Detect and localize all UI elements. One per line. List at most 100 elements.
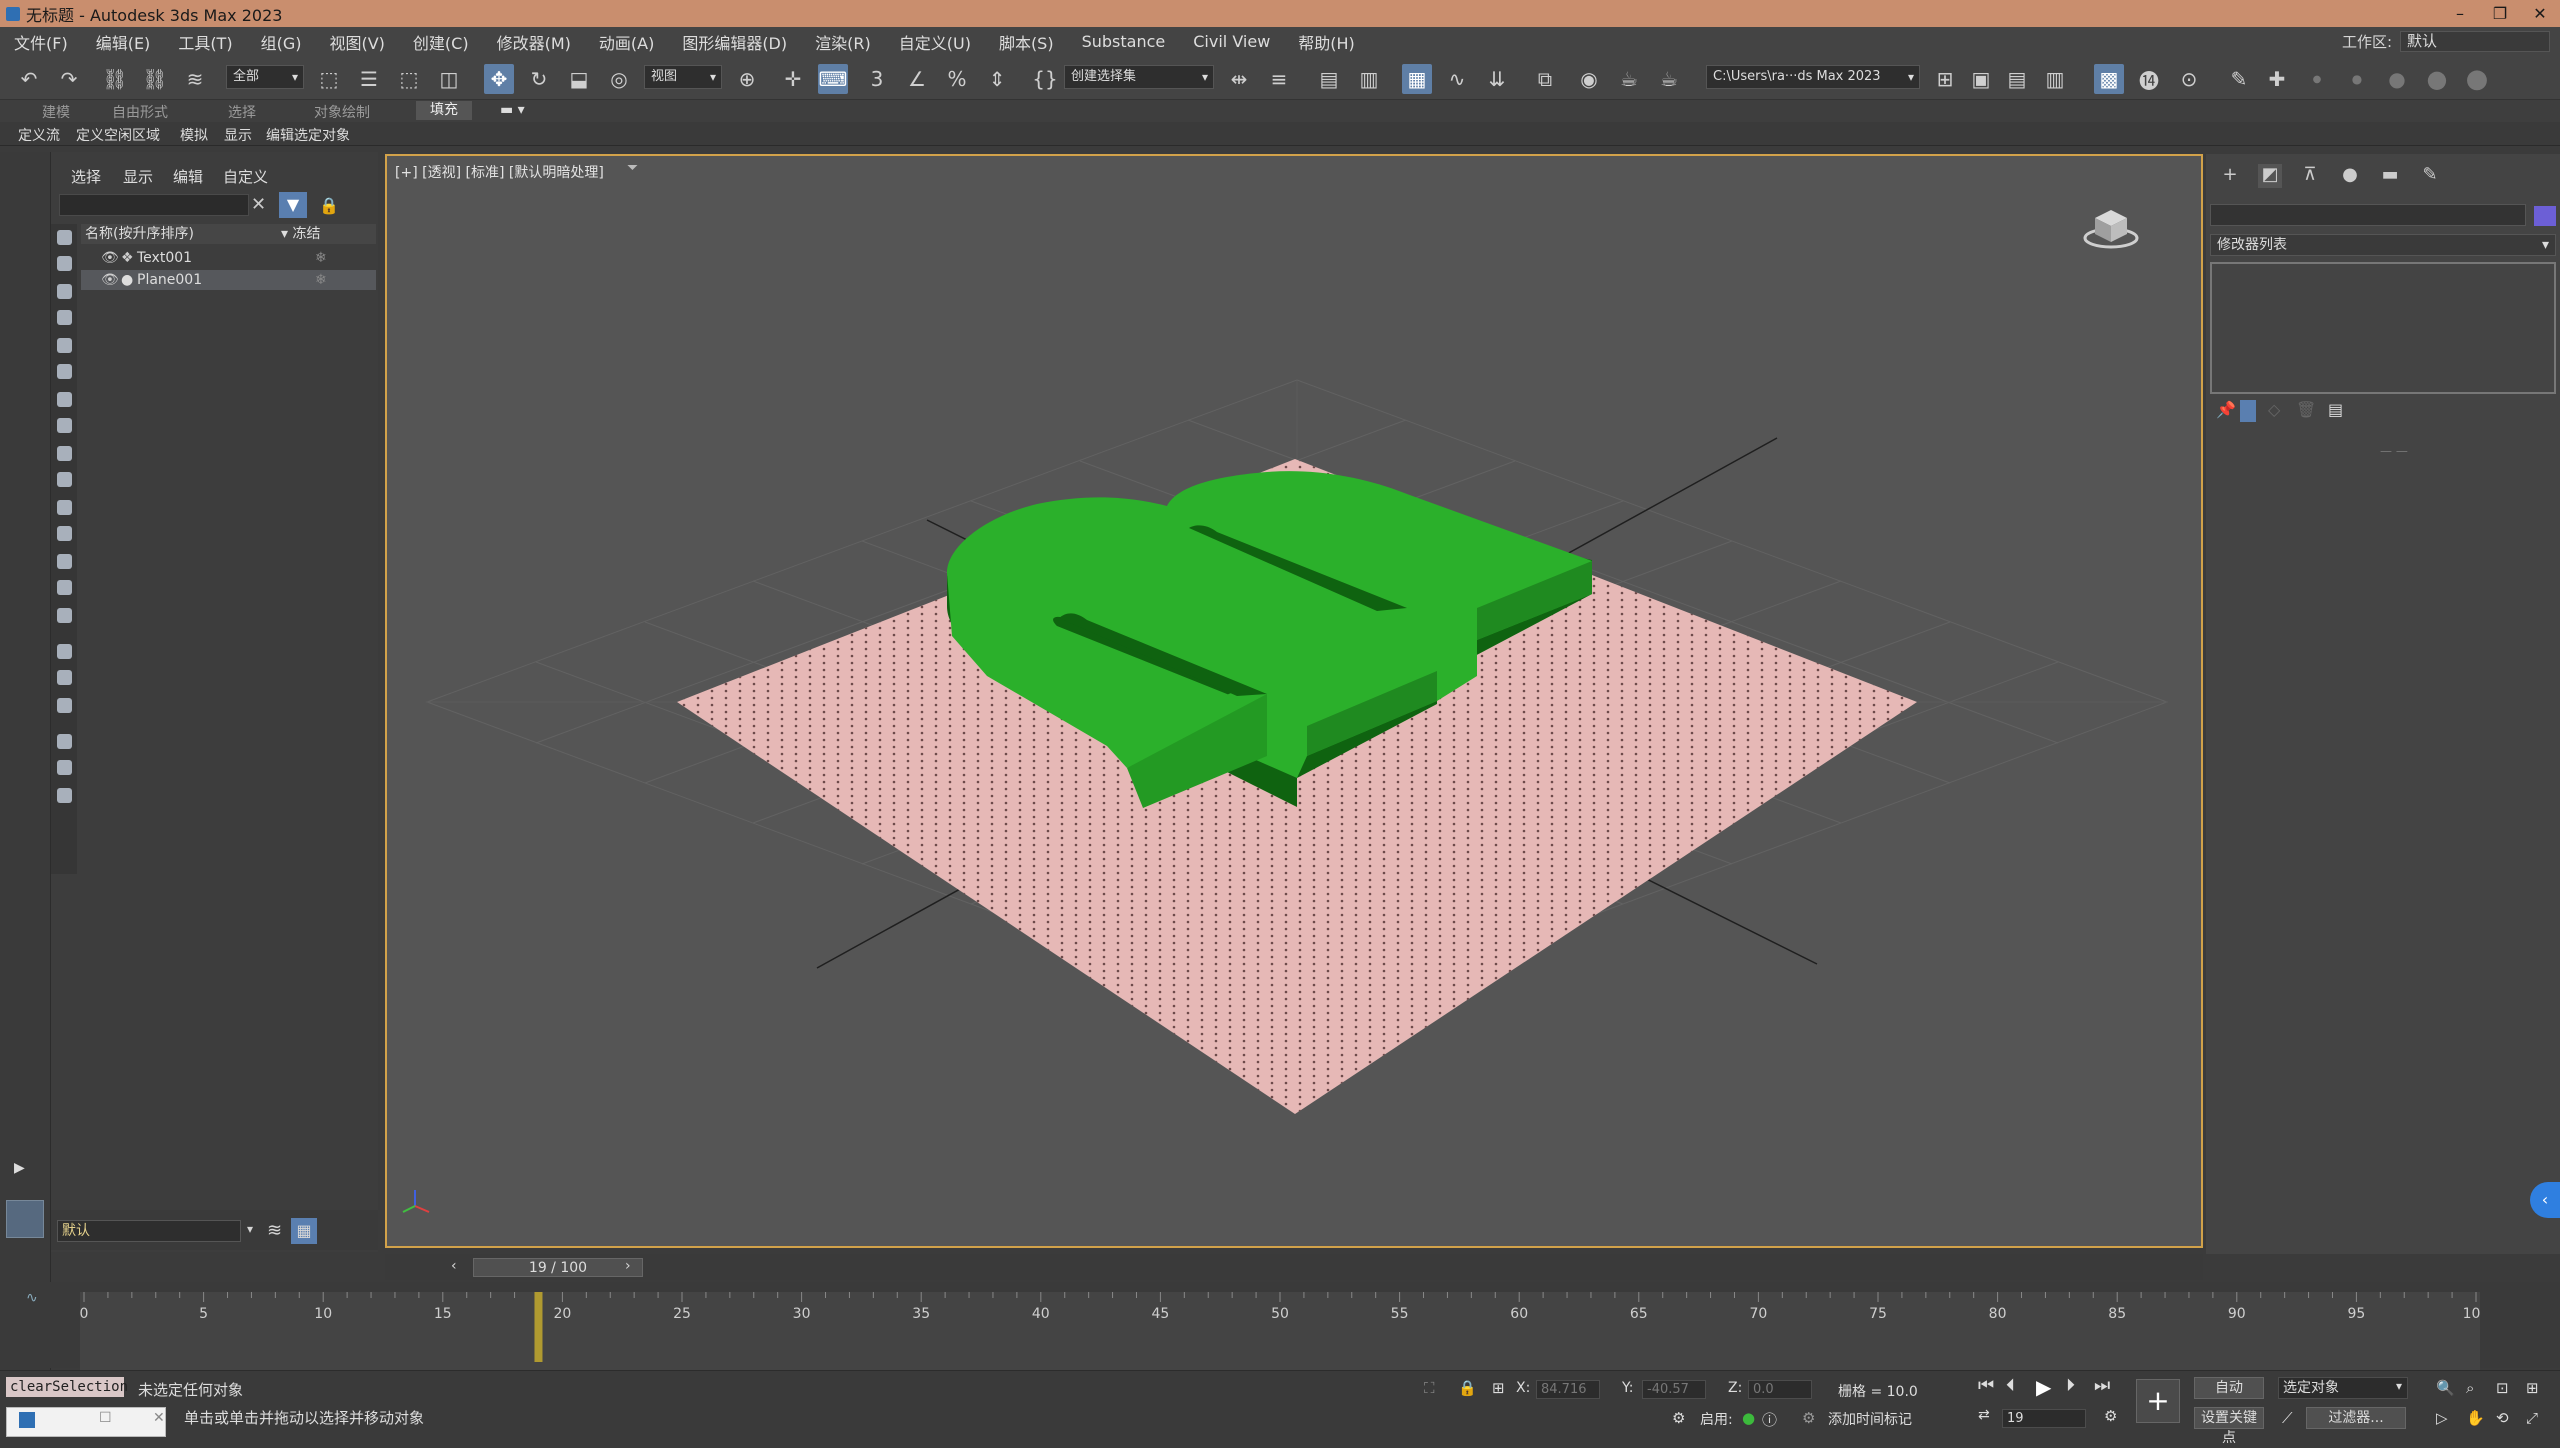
z-coordinate-field[interactable]: 0.0 [1748, 1380, 1812, 1399]
xxlarge-dot-icon[interactable]: ● [2462, 64, 2492, 94]
selection-lock-icon[interactable]: 🔒 [1458, 1379, 1477, 1397]
menu-rendering[interactable]: 渲染(R) [801, 30, 885, 54]
restore-button[interactable]: ❐ [2480, 0, 2520, 27]
prev-key-icon[interactable]: ⏴ [2006, 1375, 2015, 1396]
thumb-close-icon[interactable]: ✕ [153, 1410, 165, 1426]
align-icon[interactable]: ≡ [1264, 64, 1294, 94]
link-icon[interactable]: ⛓ [100, 64, 130, 94]
lock-icon[interactable]: 🔒 [319, 196, 339, 215]
enable-indicator-icon[interactable]: ● [1742, 1409, 1755, 1427]
minimize-button[interactable]: – [2440, 0, 2480, 27]
modify-panel-icon[interactable]: ◩ [2258, 164, 2282, 188]
menu-file[interactable]: 文件(F) [0, 30, 82, 54]
visibility-eye-icon[interactable]: 👁 [101, 248, 119, 268]
y-coordinate-field[interactable]: -40.57 [1642, 1380, 1706, 1399]
maximize-viewport-icon[interactable]: ⤢ [2526, 1409, 2538, 1427]
menu-substance[interactable]: Substance [1068, 32, 1180, 51]
modifier-list-dropdown[interactable]: 修改器列表 [2210, 234, 2556, 256]
create-project-icon[interactable]: ▤ [2002, 64, 2032, 94]
placement-tool-icon[interactable]: ✚ [2262, 64, 2292, 94]
menu-scripting[interactable]: 脚本(S) [985, 30, 1068, 54]
object-name-field[interactable] [2210, 204, 2526, 226]
large-dot-icon[interactable]: ● [2382, 64, 2412, 94]
tab-object-paint[interactable]: 对象绘制 [314, 102, 370, 122]
next-frame-icon[interactable]: › [625, 1258, 631, 1274]
workspace-dropdown[interactable]: 默认 [2400, 31, 2550, 52]
edit-selected-button[interactable]: 编辑选定对象 [266, 125, 350, 145]
dope-sheet-icon[interactable]: ⇊ [1482, 64, 1512, 94]
auto-key-button[interactable]: 自动 [2194, 1377, 2264, 1399]
utilities-panel-icon[interactable]: ✎ [2418, 164, 2442, 188]
display-none-icon[interactable] [57, 230, 72, 245]
filter-icon[interactable]: ▼ [279, 192, 307, 218]
expand-panel-icon[interactable]: ▶ [14, 1160, 25, 1176]
pin-stack-icon[interactable]: 📌 [2216, 400, 2236, 419]
menu-civil-view[interactable]: Civil View [1179, 32, 1284, 51]
filter-funnel-icon[interactable] [57, 760, 72, 775]
snaps-toggle-icon[interactable]: 3 [862, 64, 892, 94]
unlink-icon[interactable]: ⛓ [140, 64, 170, 94]
time-config-icon[interactable]: ⚙ [2104, 1407, 2117, 1425]
thumb-restore-icon[interactable]: ☐ [99, 1410, 112, 1426]
tab-freeform[interactable]: 自由形式 [112, 102, 168, 122]
display-bones-icon[interactable] [57, 500, 72, 515]
explorer-tab-customize[interactable]: 自定义 [223, 166, 268, 187]
select-rotate-icon[interactable]: ↻ [524, 64, 554, 94]
menu-animation[interactable]: 动画(A) [585, 30, 668, 54]
time-slider-thumb[interactable]: 19 / 100 [473, 1258, 643, 1277]
goto-start-icon[interactable]: ⏮ [1978, 1375, 1994, 1396]
project-folder-icon[interactable]: ⊞ [1930, 64, 1960, 94]
display-helpers-icon[interactable] [57, 392, 72, 407]
ribbon-toggle-icon[interactable]: ▦ [1402, 64, 1432, 94]
display-cameras-icon[interactable] [57, 364, 72, 379]
zoom-extents-all-icon[interactable]: ⊞ [2526, 1379, 2539, 1397]
viewport-thumbnail-icon[interactable] [6, 1200, 44, 1238]
rectangular-selection-icon[interactable]: ⬚ [394, 64, 424, 94]
explorer-view-icon[interactable]: ▦ [291, 1218, 317, 1244]
info-icon[interactable]: ⓘ [1762, 1409, 1777, 1430]
object-row-text001[interactable]: 👁 ❖ Text001 ❄ [81, 248, 376, 268]
select-object-icon[interactable]: ⬚ [314, 64, 344, 94]
tab-selection[interactable]: 选择 [228, 102, 256, 122]
display-groups-icon[interactable] [57, 446, 72, 461]
pan-icon[interactable]: ✋ [2466, 1409, 2485, 1427]
menu-views[interactable]: 视图(V) [315, 30, 398, 54]
motion-panel-icon[interactable]: ● [2338, 164, 2362, 188]
frozen-snowflake-icon[interactable]: ❄ [315, 270, 327, 290]
track-bar[interactable]: ∿ 0 5 10 15 20 25 30 35 40 45 50 55 60 65 70 75 80 85 90 95… [0, 1282, 2560, 1372]
select-invert-icon[interactable] [57, 698, 72, 713]
explorer-tab-display[interactable]: 显示 [123, 166, 153, 187]
percent-snap-icon[interactable]: % [942, 64, 972, 94]
redo-icon[interactable]: ↷ [54, 64, 84, 94]
display-spacewarps-icon[interactable] [57, 418, 72, 433]
define-idle-areas-button[interactable]: 定义空闲区域 [76, 125, 160, 145]
filter-toggle-icon[interactable] [57, 734, 72, 749]
menu-modifiers[interactable]: 修改器(M) [483, 30, 585, 54]
key-filter-arrow-icon[interactable]: ▾ [2396, 1379, 2402, 1393]
scene-explorer-toggle-icon[interactable]: ▤ [1314, 64, 1344, 94]
display-containers-icon[interactable] [57, 526, 72, 541]
orbit-icon[interactable]: ⟲ [2496, 1409, 2509, 1427]
select-place-icon[interactable]: ◎ [604, 64, 634, 94]
selection-filter-dropdown[interactable]: 全部 [226, 65, 304, 89]
next-key-icon[interactable]: ⏵ [2066, 1375, 2075, 1396]
configure-sets-icon[interactable]: ▤ [2328, 400, 2343, 419]
medium-dot-icon[interactable]: ● [2342, 64, 2372, 94]
isolate-icon[interactable]: ⛶ [1424, 1379, 1435, 1397]
make-unique-icon[interactable]: ◇ [2268, 400, 2280, 419]
select-manipulate-icon[interactable]: ✛ [778, 64, 808, 94]
spinner-snap-icon[interactable]: ⇕ [982, 64, 1012, 94]
named-selection-dropdown[interactable]: 创建选择集 [1064, 65, 1214, 89]
select-scale-icon[interactable]: ⬓ [564, 64, 594, 94]
object-color-swatch[interactable] [2534, 206, 2556, 226]
display-panel-icon[interactable]: ▬ [2378, 164, 2402, 188]
display-button[interactable]: 显示 [224, 125, 252, 145]
help-search-icon[interactable]: ⊙ [2174, 64, 2204, 94]
perspective-viewport[interactable]: [+] [透视] [标准] [默认明暗处理] ⏷ [385, 154, 2203, 1248]
sync-selection-icon[interactable] [57, 644, 72, 659]
display-all-icon[interactable] [57, 256, 72, 271]
define-flows-button[interactable]: 定义流 [18, 125, 60, 145]
explorer-search-input[interactable] [59, 194, 249, 216]
display-lights-icon[interactable] [57, 338, 72, 353]
menu-group[interactable]: 组(G) [247, 30, 316, 54]
